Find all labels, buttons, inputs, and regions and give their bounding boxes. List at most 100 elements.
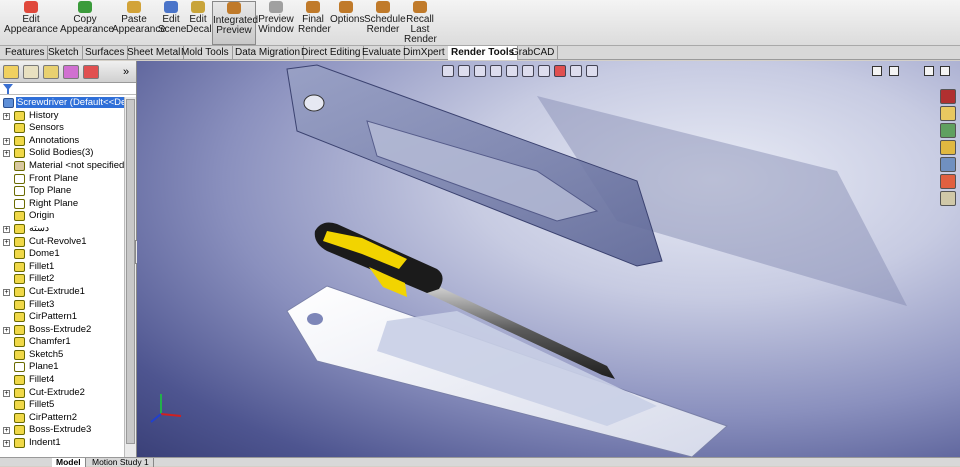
- tab-evaluate[interactable]: Evaluate: [359, 46, 405, 60]
- tree-item[interactable]: + Cut-Extrude2: [0, 387, 124, 400]
- edit-scene-button[interactable]: Edit Scene: [158, 1, 186, 45]
- tree-item[interactable]: + Boss-Extrude2: [0, 324, 124, 337]
- feature-manager-tab-icon[interactable]: [3, 65, 19, 79]
- tree-item[interactable]: + Annotations: [0, 135, 124, 148]
- tab-sheet-metal[interactable]: Sheet Metal: [124, 46, 185, 60]
- home-icon[interactable]: [940, 106, 956, 121]
- display-manager-tab-icon[interactable]: [83, 65, 99, 79]
- paste-appearance-button[interactable]: Paste Appearance: [112, 1, 166, 45]
- copy-appearance-icon: [78, 1, 92, 13]
- split-view-icon[interactable]: [872, 66, 882, 76]
- tree-item[interactable]: Origin: [0, 210, 124, 223]
- tree-item[interactable]: Fillet3: [0, 299, 124, 312]
- tree-item-label: Solid Bodies(3): [29, 147, 94, 159]
- solidworks-resources-icon[interactable]: [940, 89, 956, 104]
- display-style-icon[interactable]: [522, 65, 534, 77]
- hide-show-items-icon[interactable]: [538, 65, 550, 77]
- tree-item[interactable]: Top Plane: [0, 185, 124, 198]
- link-views-icon[interactable]: [889, 66, 899, 76]
- tree-item[interactable]: Material <not specified>: [0, 160, 124, 173]
- dimxpert-manager-tab-icon[interactable]: [63, 65, 79, 79]
- tree-item[interactable]: Fillet5: [0, 399, 124, 412]
- edit-decal-button[interactable]: Edit Decal: [186, 1, 212, 45]
- tree-item[interactable]: Chamfer1: [0, 336, 124, 349]
- tree-item[interactable]: + Cut-Extrude1: [0, 286, 124, 299]
- tree-item[interactable]: Dome1: [0, 248, 124, 261]
- origin-icon: [14, 211, 25, 222]
- tree-item[interactable]: + Cut-Revolve1: [0, 236, 124, 249]
- view-settings-icon[interactable]: [586, 65, 598, 77]
- file-explorer-icon[interactable]: [940, 140, 956, 155]
- preview-window-button[interactable]: Preview Window: [258, 1, 294, 45]
- section-view-icon[interactable]: [490, 65, 502, 77]
- tab-mold-tools[interactable]: Mold Tools: [178, 46, 233, 60]
- schedule-render-button[interactable]: Schedule Render: [364, 1, 406, 45]
- tab-direct-editing[interactable]: Direct Editing: [298, 46, 365, 60]
- tree-item[interactable]: Front Plane: [0, 173, 124, 186]
- zoom-area-icon[interactable]: [458, 65, 470, 77]
- tree-root-part[interactable]: Screwdriver (Default<<Defau: [0, 97, 124, 110]
- tree-item[interactable]: + Boss-Extrude3: [0, 424, 124, 437]
- tab-data-migration[interactable]: Data Migration: [232, 46, 305, 60]
- edit-appearance-button[interactable]: Edit Appearance: [4, 1, 58, 45]
- scrollbar-thumb[interactable]: [126, 99, 135, 444]
- expand-icon[interactable]: +: [3, 238, 10, 246]
- configuration-manager-tab-icon[interactable]: [43, 65, 59, 79]
- property-manager-tab-icon[interactable]: [23, 65, 39, 79]
- tree-item[interactable]: + Indent1: [0, 437, 124, 450]
- sphere-color-icon: [24, 1, 38, 13]
- tab-grabcad[interactable]: GrabCAD: [508, 46, 559, 60]
- tab-features[interactable]: Features: [2, 46, 49, 60]
- tree-item[interactable]: Plane1: [0, 361, 124, 374]
- edit-appearance-icon[interactable]: [554, 65, 566, 77]
- appearances-scenes-icon[interactable]: [940, 174, 956, 189]
- hang-hole: [303, 94, 325, 112]
- tree-item[interactable]: Fillet4: [0, 374, 124, 387]
- tree-item[interactable]: + دسته: [0, 223, 124, 236]
- feature-manager-panel: » Screwdriver (Default<<Defau + HistorySen…: [0, 61, 137, 457]
- recall-last-render-button[interactable]: Recall Last Render: [404, 1, 437, 45]
- tab-surfaces[interactable]: Surfaces: [82, 46, 129, 60]
- restore-window-icon[interactable]: [924, 66, 934, 76]
- tree-item[interactable]: Right Plane: [0, 198, 124, 211]
- tree-item-label: دسته: [29, 222, 50, 234]
- view-palette-icon[interactable]: [940, 157, 956, 172]
- options-button[interactable]: Options: [330, 1, 364, 45]
- filter-icon[interactable]: [3, 84, 13, 94]
- apply-scene-icon[interactable]: [570, 65, 582, 77]
- final-render-button[interactable]: Final Render: [298, 1, 331, 45]
- tab-dimxpert[interactable]: DimXpert: [400, 46, 449, 60]
- expand-icon[interactable]: +: [3, 137, 10, 145]
- chevron-right-icon[interactable]: »: [123, 66, 129, 78]
- expand-icon[interactable]: +: [3, 112, 10, 120]
- tree-item[interactable]: + Solid Bodies(3): [0, 147, 124, 160]
- tree-item-label: Fillet1: [29, 260, 55, 272]
- material-icon: [14, 160, 25, 171]
- custom-properties-icon[interactable]: [940, 191, 956, 206]
- expand-icon[interactable]: +: [3, 225, 10, 233]
- tree-scrollbar[interactable]: [124, 97, 136, 457]
- tab-sketch[interactable]: Sketch: [45, 46, 83, 60]
- tree-item[interactable]: Fillet2: [0, 273, 124, 286]
- tree-item[interactable]: Sketch5: [0, 349, 124, 362]
- graphics-viewport[interactable]: [137, 61, 960, 457]
- tree-item[interactable]: Sensors: [0, 122, 124, 135]
- expand-icon[interactable]: +: [3, 150, 10, 158]
- tree-item[interactable]: CirPattern1: [0, 311, 124, 324]
- close-window-icon[interactable]: [940, 66, 950, 76]
- copy-appearance-button[interactable]: Copy Appearance: [60, 1, 114, 45]
- tree-filter-bar[interactable]: [0, 83, 136, 95]
- integrated-preview-button[interactable]: Integrated Preview: [212, 1, 258, 45]
- expand-icon[interactable]: +: [3, 427, 10, 435]
- tree-item[interactable]: Fillet1: [0, 261, 124, 274]
- view-orientation-icon[interactable]: [506, 65, 518, 77]
- previous-view-icon[interactable]: [474, 65, 486, 77]
- design-library-icon[interactable]: [940, 123, 956, 138]
- expand-icon[interactable]: +: [3, 389, 10, 397]
- expand-icon[interactable]: +: [3, 288, 10, 296]
- expand-icon[interactable]: +: [3, 326, 10, 334]
- zoom-to-fit-icon[interactable]: [442, 65, 454, 77]
- tree-item[interactable]: CirPattern2: [0, 412, 124, 425]
- tree-item[interactable]: + History: [0, 110, 124, 123]
- expand-icon[interactable]: +: [3, 440, 10, 448]
